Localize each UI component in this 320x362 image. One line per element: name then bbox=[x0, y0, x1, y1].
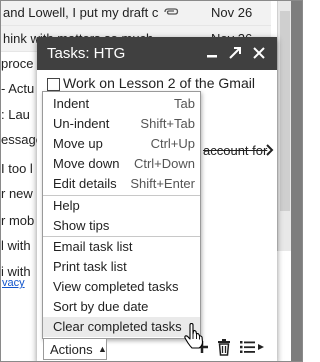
menu-item-shortcut: Tab bbox=[174, 96, 195, 111]
add-task-icon[interactable] bbox=[194, 339, 210, 355]
inbox-row-fragment: - Actu bbox=[1, 81, 35, 96]
switch-list-icon[interactable] bbox=[239, 340, 265, 354]
inbox-scrollbar-thumb[interactable] bbox=[280, 11, 290, 211]
inbox-row-fragment: r new bbox=[1, 186, 33, 201]
task-details-arrow-icon[interactable] bbox=[266, 144, 274, 156]
inbox-row-date: Nov 26 bbox=[211, 5, 253, 20]
menu-item-label: Move up bbox=[53, 136, 103, 151]
inbox-row[interactable]: and Lowell, I put my draft c Nov 26 bbox=[1, 1, 271, 26]
menu-item-shortcut: Ctrl+Up bbox=[150, 136, 195, 151]
menu-item-label: Print task list bbox=[53, 259, 127, 274]
inbox-row-fragment: I too l bbox=[1, 161, 33, 176]
inbox-row-fragment: proce bbox=[1, 56, 34, 71]
menu-item-show-tips[interactable]: Show tips bbox=[43, 216, 200, 236]
menu-item-edit-details[interactable]: Edit details Shift+Enter bbox=[43, 174, 200, 194]
menu-item-help[interactable]: Help bbox=[43, 196, 200, 216]
menu-item-un-indent[interactable]: Un-indent Shift+Tab bbox=[43, 114, 200, 134]
actions-menu: Indent Tab Un-indent Shift+Tab Move up C… bbox=[42, 91, 201, 339]
menu-item-move-up[interactable]: Move up Ctrl+Up bbox=[43, 134, 200, 154]
tasks-header: Tasks: HTG bbox=[37, 37, 277, 70]
menu-item-print-task-list[interactable]: Print task list bbox=[43, 257, 200, 277]
delete-task-icon[interactable] bbox=[216, 338, 232, 356]
inbox-row-fragment: l with bbox=[1, 238, 31, 253]
menu-item-shortcut: Ctrl+Down bbox=[133, 156, 195, 171]
menu-item-view-completed-tasks[interactable]: View completed tasks bbox=[43, 277, 200, 297]
menu-item-label: Indent bbox=[53, 96, 90, 111]
inbox-row-fragment: r mob bbox=[1, 213, 35, 228]
task-text[interactable]: Work on Lesson 2 of the Gmail bbox=[63, 75, 255, 91]
menu-item-move-down[interactable]: Move down Ctrl+Down bbox=[43, 154, 200, 174]
menu-item-label: Move down bbox=[53, 156, 120, 171]
inbox-row-subject: and Lowell, I put my draft c bbox=[3, 5, 159, 20]
inbox-scrollbar[interactable] bbox=[277, 1, 292, 251]
tasks-title: Tasks: HTG bbox=[47, 45, 126, 62]
caret-up-icon: ▲ bbox=[98, 344, 107, 354]
inbox-row-fragment: : Lau bbox=[1, 107, 30, 122]
close-icon[interactable] bbox=[250, 44, 268, 62]
pop-out-icon[interactable] bbox=[226, 44, 244, 62]
menu-item-indent[interactable]: Indent Tab bbox=[43, 94, 200, 114]
menu-item-label: View completed tasks bbox=[53, 279, 179, 294]
minimize-icon[interactable] bbox=[203, 44, 221, 62]
menu-item-label: Edit details bbox=[53, 176, 117, 191]
menu-item-sort-by-due-date[interactable]: Sort by due date bbox=[43, 297, 200, 317]
menu-item-email-task-list[interactable]: Email task list bbox=[43, 237, 200, 257]
menu-item-label: Email task list bbox=[53, 239, 133, 254]
actions-button-label: Actions bbox=[50, 342, 93, 357]
menu-item-shortcut: Shift+Tab bbox=[140, 116, 195, 131]
task-checkbox[interactable] bbox=[47, 78, 60, 91]
task-text-partial[interactable]: account for bbox=[203, 143, 267, 158]
menu-item-label: Show tips bbox=[53, 218, 110, 233]
screenshot-frame: and Lowell, I put my draft c Nov 26 hink… bbox=[0, 0, 303, 362]
window-edge bbox=[291, 1, 302, 361]
privacy-link[interactable]: vacy bbox=[2, 277, 25, 289]
menu-item-label: Un-indent bbox=[53, 116, 110, 131]
paperclip-icon bbox=[164, 8, 179, 15]
menu-item-label: Sort by due date bbox=[53, 299, 149, 314]
menu-item-label: Clear completed tasks bbox=[53, 319, 182, 334]
actions-button[interactable]: Actions ▲ bbox=[43, 338, 107, 360]
menu-item-clear-completed-tasks[interactable]: Clear completed tasks bbox=[43, 317, 200, 337]
menu-item-label: Help bbox=[53, 198, 80, 213]
menu-item-shortcut: Shift+Enter bbox=[130, 176, 195, 191]
